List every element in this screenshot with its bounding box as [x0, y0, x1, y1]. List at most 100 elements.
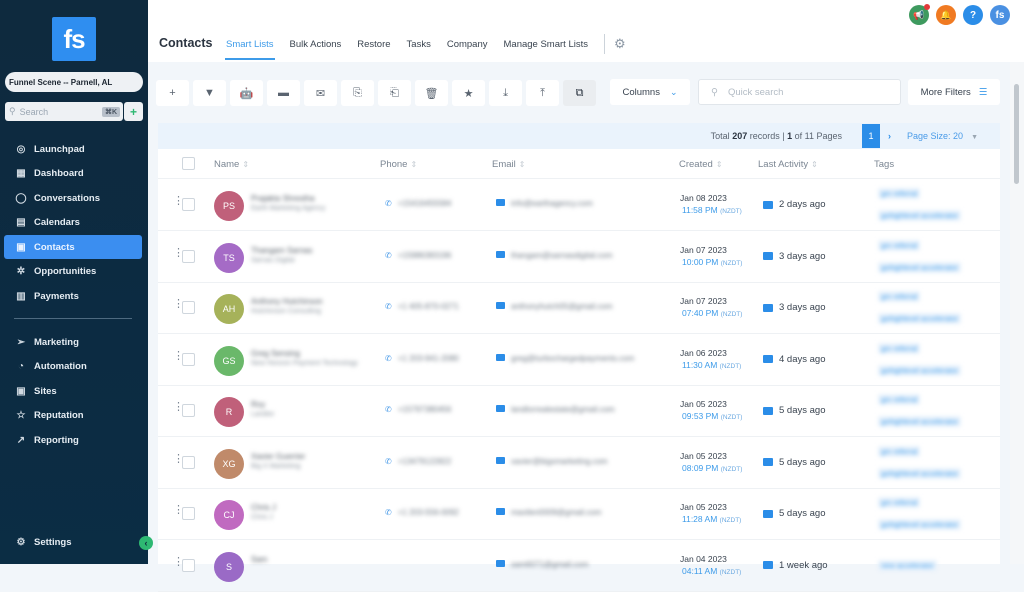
table-row[interactable]: ⋮ TS Thangam Sarnas Sarnas Digital ✆ +1598638… [158, 231, 1000, 283]
column-header-last-activity[interactable]: Last Activity ⇕ [758, 159, 818, 170]
contact-email[interactable]: info@earthagency.com [496, 199, 593, 208]
sidebar-item-conversations[interactable]: ◯ Conversations [4, 186, 142, 210]
contact-email[interactable]: thangam@sarnasdigital.com [496, 250, 613, 260]
contact-name[interactable]: Thangam Sarnas [251, 246, 312, 255]
drag-handle-icon[interactable]: ⋮ [173, 556, 184, 567]
contact-name[interactable]: Prajakta Shrestha [251, 194, 315, 203]
columns-dropdown[interactable]: Columns ⌄ [610, 79, 690, 105]
announcement-icon[interactable]: 📢 [909, 4, 930, 25]
tab-bulk-actions[interactable]: Bulk Actions [290, 39, 342, 60]
user-avatar-icon[interactable]: fs [990, 5, 1010, 25]
quick-add-button[interactable]: + [124, 102, 143, 121]
drag-handle-icon[interactable]: ⋮ [173, 299, 184, 310]
sidebar-item-marketing[interactable]: ➢ Marketing [4, 330, 142, 354]
sidebar-item-contacts[interactable]: ▣ Contacts [4, 235, 142, 259]
row-checkbox[interactable] [182, 507, 195, 520]
collapse-sidebar-button[interactable]: ‹ [139, 536, 153, 550]
table-row[interactable]: ⋮ S Sam sam6071@gmail.com Jan 04 2023 04:11 A… [158, 540, 1000, 592]
review-request-button[interactable]: ★ [452, 80, 485, 106]
sidebar-item-dashboard[interactable]: ▦ Dashboard [4, 162, 142, 186]
add-contact-button[interactable]: + [156, 80, 189, 106]
column-header-phone[interactable]: Phone ⇕ [380, 159, 417, 170]
tab-company[interactable]: Company [447, 39, 488, 60]
select-all-checkbox[interactable] [182, 157, 195, 170]
notification-bell-icon[interactable]: 🔔 [936, 5, 956, 25]
drag-handle-icon[interactable]: ⋮ [173, 453, 184, 464]
tag-badge[interactable]: gohighlevel accelerator [878, 416, 962, 427]
sidebar-item-opportunities[interactable]: ✲ Opportunities [4, 260, 142, 284]
scrollbar[interactable] [1010, 62, 1024, 564]
delete-button[interactable]: 🗑 [415, 80, 448, 106]
tag-badge[interactable]: gohighlevel accelerator [878, 313, 962, 324]
row-checkbox[interactable] [182, 198, 195, 211]
contact-name[interactable]: Sam [251, 555, 267, 564]
tab-manage-smart-lists[interactable]: Manage Smart Lists [504, 39, 588, 60]
row-checkbox[interactable] [182, 558, 195, 572]
table-row[interactable]: ⋮ AH Anthony Hutchinson Hutchinson Consulti… [158, 282, 1000, 334]
add-tag-button[interactable]: ⎘ [341, 80, 374, 106]
contact-email[interactable]: greg@turbochargedpayments.com [496, 353, 634, 363]
contact-phone[interactable]: ✆ +1 203-556-0092 [385, 508, 459, 517]
table-row[interactable]: ⋮ GS Greg Sensing New Horizon Payment Techn… [158, 334, 1000, 386]
drag-handle-icon[interactable]: ⋮ [173, 505, 184, 516]
drag-handle-icon[interactable]: ⋮ [173, 247, 184, 258]
tag-badge[interactable]: gm referral [878, 394, 921, 405]
row-checkbox[interactable] [182, 249, 195, 263]
gear-icon[interactable]: ⚙ [614, 36, 626, 52]
sidebar-item-calendars[interactable]: ▤ Calendars [4, 211, 142, 235]
contact-phone[interactable]: ✆ +15797380456 [385, 405, 451, 414]
column-header-name[interactable]: Name ⇕ [214, 159, 249, 170]
contact-email[interactable]: maxtlen0009@gmail.com [496, 508, 601, 517]
location-switcher[interactable]: Funnel Scene -- Parnell, AL [5, 72, 143, 92]
contact-name[interactable]: Xavier Guerrier [251, 452, 305, 461]
automation-button[interactable]: 🤖 [230, 80, 263, 106]
export-button[interactable]: ⤒ [526, 80, 559, 106]
tab-tasks[interactable]: Tasks [407, 39, 431, 60]
tag-badge[interactable]: new accelerator [878, 559, 937, 571]
drag-handle-icon[interactable]: ⋮ [173, 196, 184, 207]
quick-search-input[interactable] [727, 86, 878, 98]
contact-phone[interactable]: ✆ +13479122822 [385, 457, 451, 466]
filter-button[interactable]: ▼ [193, 80, 226, 106]
sidebar-item-settings[interactable]: ⚙ Settings [4, 530, 142, 554]
next-page-button[interactable]: › [888, 131, 891, 141]
tab-smart-lists[interactable]: Smart Lists [225, 39, 275, 60]
contact-name[interactable]: Chris J [251, 503, 276, 512]
help-icon[interactable]: ? [963, 5, 983, 25]
merge-button[interactable]: ⧉ [563, 80, 596, 106]
contact-name[interactable]: Greg Sensing [251, 349, 300, 358]
sidebar-item-sites[interactable]: ▣ Sites [4, 379, 142, 403]
table-row[interactable]: ⋮ XG Xavier Guerrier Big X Marketing ✆ +13479… [158, 437, 1000, 489]
tag-badge[interactable]: gm referral [878, 445, 921, 457]
row-checkbox[interactable] [182, 301, 195, 314]
row-checkbox[interactable] [182, 404, 195, 417]
contact-email[interactable]: landlorrealestate@gmail.com [496, 405, 615, 414]
tag-badge[interactable]: gohighlevel accelerator [878, 210, 962, 221]
row-checkbox[interactable] [182, 455, 195, 469]
table-row[interactable]: ⋮ CJ Chris J Chris J ✆ +1 203-556-0092 maxtlen… [158, 488, 1000, 540]
more-filters-button[interactable]: More Filters ☰ [908, 79, 1000, 105]
tag-badge[interactable]: gm referral [878, 291, 921, 302]
table-row[interactable]: ⋮ R Roy Landlor ✆ +15797380456 landlorrealesta… [158, 385, 1000, 437]
sidebar-search[interactable]: ⚲ Search ⌘K [5, 102, 123, 121]
tag-badge[interactable]: gm referral [878, 497, 921, 508]
sidebar-item-reporting[interactable]: ↗ Reporting [4, 428, 142, 452]
tag-badge[interactable]: gohighlevel accelerator [878, 261, 962, 273]
send-email-button[interactable]: ✉ [304, 80, 337, 106]
tag-badge[interactable]: gm referral [878, 188, 921, 199]
drag-handle-icon[interactable]: ⋮ [173, 350, 184, 361]
table-row[interactable]: ⋮ PS Prajakta Shrestha Earth Marketing Agen… [158, 179, 1000, 231]
import-button[interactable]: ⤓ [489, 80, 522, 106]
contact-phone[interactable]: ✆ +1 405-870-0271 [385, 302, 459, 311]
sidebar-item-launchpad[interactable]: ◎ Launchpad [4, 137, 142, 161]
drag-handle-icon[interactable]: ⋮ [173, 402, 184, 413]
contact-email[interactable]: xavier@bigxmarketing.com [496, 456, 608, 466]
tab-restore[interactable]: Restore [357, 39, 390, 60]
contact-name[interactable]: Roy [251, 400, 265, 409]
tag-badge[interactable]: gohighlevel accelerator [878, 519, 962, 530]
tag-badge[interactable]: gohighlevel accelerator [878, 467, 962, 479]
quick-search[interactable]: ⚲ [698, 79, 901, 105]
contact-email[interactable]: anthonyhutch05@gmail.com [496, 302, 613, 311]
column-header-created[interactable]: Created ⇕ [679, 159, 723, 170]
contact-phone[interactable]: ✆ +15416455584 [385, 199, 451, 208]
